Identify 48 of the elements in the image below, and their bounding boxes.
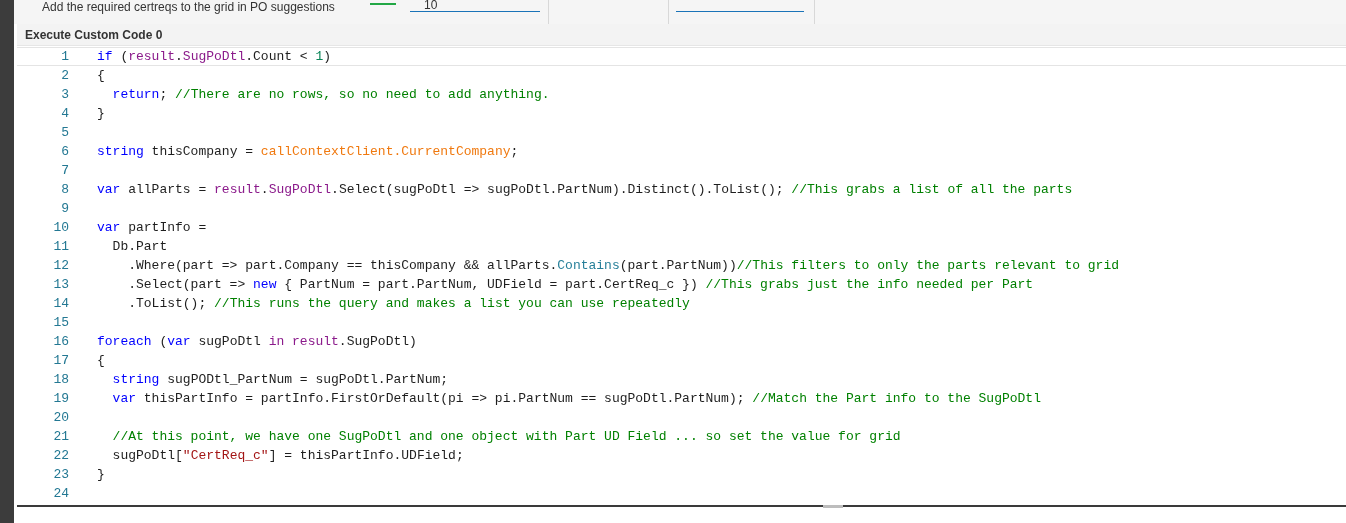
line-number: 2 bbox=[60, 66, 69, 85]
code-line: sugPoDtl["CertReq_c"] = thisPartInfo.UDField; bbox=[111, 446, 464, 465]
code-line: .Where(part => part.Company == thisCompany && allParts.Contains(part.PartNum))//This filters to only the parts relevant to grid bbox=[127, 256, 1119, 275]
code-line: return; //There are no rows, so no need to add anything. bbox=[111, 85, 550, 104]
line-number: 14 bbox=[52, 294, 69, 313]
code-line: { bbox=[97, 66, 105, 85]
line-number: 23 bbox=[52, 465, 69, 484]
code-line: } bbox=[97, 104, 105, 123]
code-line: var thisPartInfo = partInfo.FirstOrDefault(pi => pi.PartNum == sugPoDtl.PartNum); //Match the Part info to the SugPoDtl bbox=[111, 389, 1041, 408]
input-field[interactable]: 10 bbox=[410, 0, 540, 12]
line-number: 7 bbox=[60, 161, 69, 180]
code-line: foreach (var sugPoDtl in result.SugPoDtl) bbox=[97, 332, 417, 351]
line-number: 12 bbox=[52, 256, 69, 275]
line-number: 15 bbox=[52, 313, 69, 332]
panel-title: Execute Custom Code 0 bbox=[25, 26, 163, 44]
line-number: 13 bbox=[52, 275, 69, 294]
line-number: 10 bbox=[52, 218, 69, 237]
code-line: .Select(part => new { PartNum = part.PartNum, UDField = part.CertReq_c }) //This grabs just the info needed per Part bbox=[127, 275, 1034, 294]
code-line: string thisCompany = callContextClient.CurrentCompany; bbox=[97, 142, 519, 161]
line-number: 11 bbox=[52, 237, 69, 256]
line-number: 21 bbox=[52, 427, 69, 446]
code-line: { bbox=[97, 351, 105, 370]
line-number: 22 bbox=[52, 446, 69, 465]
code-line: .ToList(); //This runs the query and makes a list you can use repeatedly bbox=[127, 294, 690, 313]
label: Add the required certreqs to the grid in PO suggestions bbox=[41, 0, 336, 14]
line-number: 3 bbox=[60, 85, 69, 104]
line-number: 8 bbox=[60, 180, 69, 199]
line-number: 6 bbox=[60, 142, 69, 161]
code-line: if (result.SugPoDtl.Count < 1) bbox=[97, 47, 332, 66]
code-line: string sugPODtl_PartNum = sugPoDtl.PartNum; bbox=[111, 370, 449, 389]
line-number: 20 bbox=[52, 408, 69, 427]
line-number: 24 bbox=[52, 484, 69, 503]
code-line: } bbox=[97, 465, 105, 484]
line-number: 18 bbox=[52, 370, 69, 389]
line-number: 5 bbox=[60, 123, 69, 142]
code-editor[interactable] bbox=[17, 46, 1346, 505]
code-line: var allParts = result.SugPoDtl.Select(sugPoDtl => sugPoDtl.PartNum).Distinct().ToList(); //This grabs a list of all the parts bbox=[97, 180, 1073, 199]
code-line: var partInfo = bbox=[97, 218, 207, 237]
line-number: 1 bbox=[60, 47, 69, 66]
line-number: 16 bbox=[52, 332, 69, 351]
line-number: 9 bbox=[60, 199, 69, 218]
scrollbar-thumb[interactable] bbox=[823, 505, 843, 508]
code-line: Db.Part bbox=[111, 237, 168, 256]
line-number: 17 bbox=[52, 351, 69, 370]
line-number: 19 bbox=[52, 389, 69, 408]
indicator-mark bbox=[370, 3, 396, 5]
line-number: 4 bbox=[60, 104, 69, 123]
code-line: //At this point, we have one SugPoDtl and one object with Part UD Field ... so set the value for grid bbox=[111, 427, 901, 446]
